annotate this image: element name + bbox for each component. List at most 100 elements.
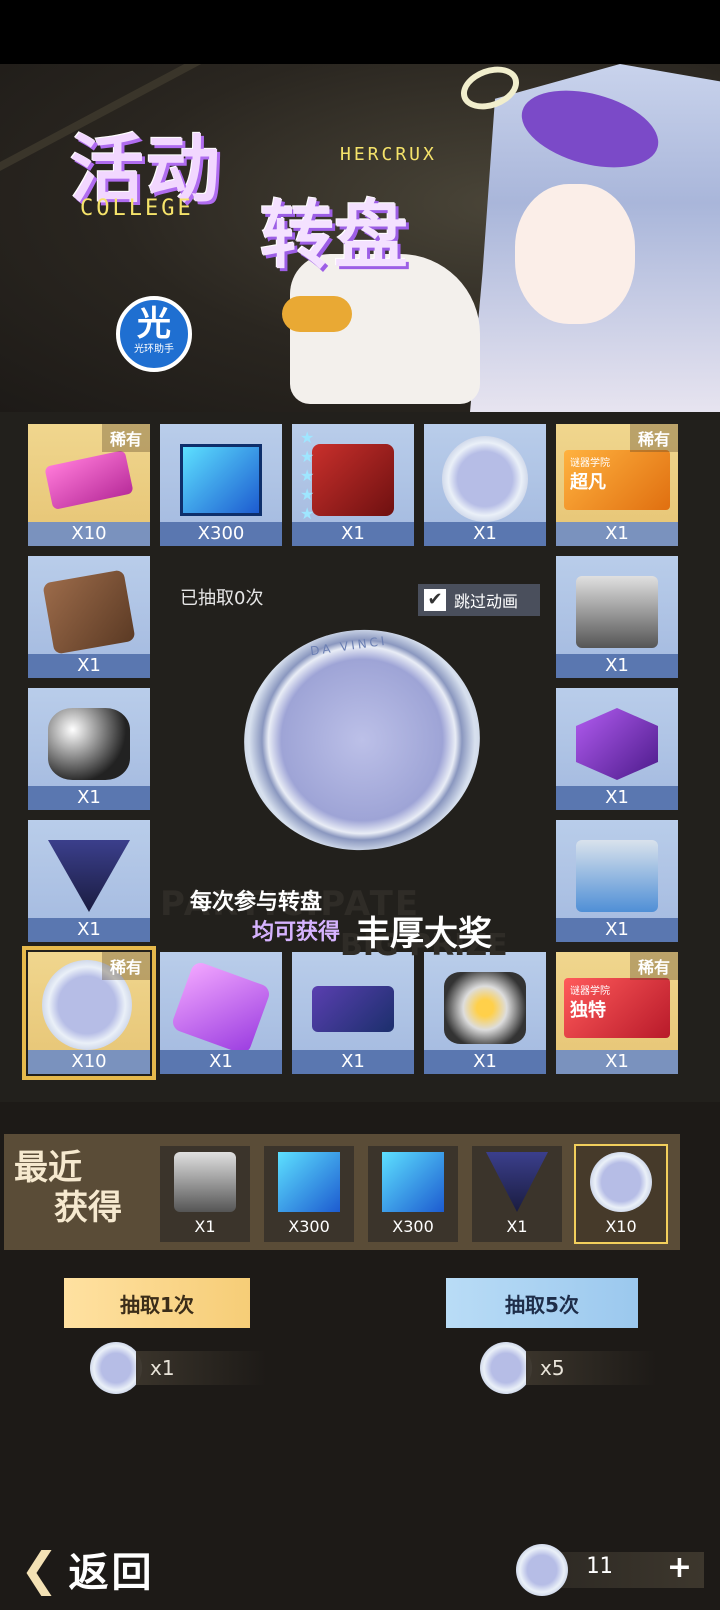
prize-cell-triangle-core: X1 [28, 820, 150, 942]
rare-badge: 稀有 [629, 952, 678, 980]
checkbox-checked-icon[interactable]: ✔ [424, 589, 446, 611]
skip-animation-label: 跳过动画 [454, 592, 519, 611]
prize-cell-red-core-box: X1 [556, 556, 678, 678]
draw-five-cost-text: x5 [526, 1351, 656, 1385]
prize-cell-purple-gem: X1 [160, 952, 282, 1074]
prize-quantity: X1 [556, 522, 678, 546]
coin-icon [516, 1544, 568, 1596]
logo-glyph: 光 [137, 304, 171, 344]
prize-cell-blue-card: X1 [292, 952, 414, 1074]
purple-hex-icon [576, 708, 658, 780]
recent-item: X300 [368, 1146, 458, 1242]
skip-animation-toggle[interactable]: ✔ 跳过动画 [418, 584, 540, 616]
prize-cell-gift-card: 稀有 X10 [28, 424, 150, 546]
promo-text-2: 均可获得 [252, 920, 341, 945]
recent-item-quantity: X300 [288, 1217, 330, 1236]
prize-quantity: X1 [556, 786, 678, 810]
ticket-small-text: 谜器学院 [570, 986, 610, 997]
prize-quantity: X10 [28, 522, 150, 546]
prize-quantity: X1 [28, 654, 150, 678]
prize-cell-cube-crystal: X300 [160, 424, 282, 546]
prize-cell-blue-chest: X1 [556, 820, 678, 942]
banner-hercrux-text: HERCRUX [340, 144, 437, 165]
rare-badge: 稀有 [101, 952, 150, 980]
prize-cell-da-vinci-coin: X1 [424, 424, 546, 546]
cube-crystal-icon [180, 444, 262, 516]
prize-quantity: X1 [28, 786, 150, 810]
currency-amount: 11 [586, 1554, 613, 1579]
mystery-box-icon [312, 444, 394, 516]
red-core-box-icon [174, 1152, 236, 1212]
bronze-card-icon [42, 569, 136, 655]
draw-five-button[interactable]: 抽取5次 [446, 1278, 638, 1328]
prize-cell-coin-selected: 稀有 X10 [22, 946, 156, 1080]
back-button[interactable]: ❮ 返回 [20, 1540, 155, 1598]
ticket-big-text: 独特 [570, 1000, 606, 1021]
blue-card-icon [312, 986, 394, 1032]
purple-gem-icon [170, 960, 272, 1056]
blue-chest-icon [576, 840, 658, 912]
draw-five-cost: x5 [480, 1342, 656, 1394]
prize-cell-mecha-robot: X1 [424, 952, 546, 1074]
prize-cell-mecha-bunch: X1 [28, 688, 150, 810]
guanghuan-logo: 光 光环助手 [116, 296, 192, 372]
recent-item-quantity: X10 [605, 1217, 637, 1236]
status-bar [0, 0, 720, 64]
red-core-box-icon [576, 576, 658, 648]
cube-crystal-icon [278, 1152, 340, 1212]
prize-quantity: X1 [556, 1050, 678, 1074]
recent-item: X300 [264, 1146, 354, 1242]
logo-text: 光环助手 [134, 344, 174, 355]
ticket-small-text: 谜器学院 [570, 458, 610, 469]
ticket-big-text: 超凡 [570, 472, 606, 493]
rare-badge: 稀有 [101, 424, 150, 452]
promo-text-1: 每次参与转盘 [190, 890, 323, 915]
rare-badge: 稀有 [629, 424, 678, 452]
prize-quantity: X1 [160, 1050, 282, 1074]
back-label: 返回 [68, 1550, 155, 1596]
add-currency-button[interactable]: + [667, 1550, 692, 1585]
recent-item: X1 [160, 1146, 250, 1242]
recent-label: 最近 获得 [14, 1148, 122, 1228]
triangle-core-icon [486, 1152, 548, 1212]
coin-icon [480, 1342, 532, 1394]
character-cuff [282, 296, 352, 332]
prize-cell-purple-hex: X1 [556, 688, 678, 810]
recent-label-line1: 最近 [14, 1148, 82, 1188]
event-banner: 活动 转盘 COLLEGE HERCRUX 光 光环助手 [0, 64, 720, 412]
promo-text-3: 丰厚大奖 [356, 914, 492, 954]
currency-wallet: 11 + [516, 1544, 704, 1596]
prize-quantity: X1 [556, 654, 678, 678]
prize-quantity: X1 [292, 1050, 414, 1074]
recent-item: X10 [576, 1146, 666, 1242]
prize-quantity: X1 [28, 918, 150, 942]
prize-cell-mystery-box: ★ ★ ★ ★ ★ X1 [292, 424, 414, 546]
draw-once-cost-text: x1 [136, 1351, 266, 1385]
triangle-core-icon [48, 840, 130, 912]
draw-count-text: 已抽取0次 [180, 588, 264, 609]
gift-card-icon [44, 449, 134, 511]
recent-item-quantity: X1 [194, 1217, 216, 1236]
coin-icon [90, 1342, 142, 1394]
recent-rewards-panel: 最近 获得 X1 X300 X300 X1 X10 [4, 1134, 680, 1250]
prize-quantity: X10 [28, 1050, 150, 1074]
back-arrow-icon: ❮ [20, 1542, 59, 1596]
prize-quantity: X300 [160, 522, 282, 546]
draw-once-button[interactable]: 抽取1次 [64, 1278, 250, 1328]
prize-cell-ticket-red: 谜器学院独特 稀有 X1 [556, 952, 678, 1074]
da-vinci-coin-icon [590, 1152, 652, 1212]
prize-quantity: X1 [292, 522, 414, 546]
recent-item: X1 [472, 1146, 562, 1242]
prize-cell-bronze-card: X1 [28, 556, 150, 678]
recent-item-quantity: X300 [392, 1217, 434, 1236]
prize-quantity: X1 [424, 1050, 546, 1074]
prize-quantity: X1 [424, 522, 546, 546]
recent-item-quantity: X1 [506, 1217, 528, 1236]
banner-college-text: COLLEGE [80, 196, 194, 221]
draw-once-cost: x1 [90, 1342, 266, 1394]
prize-quantity: X1 [556, 918, 678, 942]
cube-crystal-icon [382, 1152, 444, 1212]
banner-title-line2: 转盘 [260, 193, 408, 279]
da-vinci-coin-icon [442, 436, 528, 522]
recent-label-line2: 获得 [54, 1188, 122, 1228]
